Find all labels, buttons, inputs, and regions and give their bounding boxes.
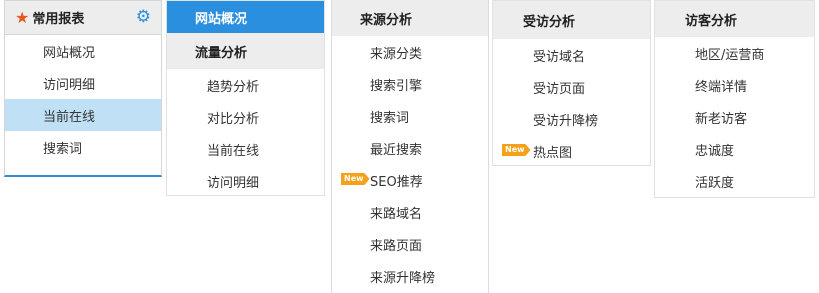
traffic-analysis-header: 流量分析 — [167, 33, 324, 69]
menu-item-online-now[interactable]: 当前在线 — [5, 99, 161, 131]
menu-item-visit-details[interactable]: 访问明细 — [167, 165, 324, 197]
common-reports-list: 网站概况 访问明细 当前在线 搜索词 — [5, 35, 161, 163]
new-badge: New — [502, 144, 531, 156]
traffic-list: 趋势分析 对比分析 当前在线 访问明细 — [167, 69, 324, 197]
source-analysis-header: 来源分析 — [332, 0, 488, 36]
menu-item-compare-analysis[interactable]: 对比分析 — [167, 101, 324, 133]
menu-item-site-overview[interactable]: 网站概况 — [5, 35, 161, 67]
menu-item-label: 热点图 — [533, 145, 573, 161]
source-list: 来源分类 搜索引擎 搜索词 最近搜索 New SEO推荐 来路域名 来路页面 来… — [332, 36, 488, 292]
common-reports-panel: ★ 常用报表 ⚙ 网站概况 访问明细 当前在线 搜索词 — [4, 0, 162, 177]
new-badge: New — [341, 173, 370, 185]
menu-item-new-returning[interactable]: 新老访客 — [655, 101, 814, 133]
menu-item-loyalty[interactable]: 忠诚度 — [655, 133, 814, 165]
menu-item-online-now[interactable]: 当前在线 — [167, 133, 324, 165]
visited-analysis-header: 受访分析 — [493, 1, 650, 39]
common-reports-header: ★ 常用报表 ⚙ — [5, 1, 161, 35]
common-reports-title: 常用报表 — [32, 12, 85, 27]
menu-item-referrer-domain[interactable]: 来路域名 — [332, 196, 488, 228]
visited-list: 受访域名 受访页面 受访升降榜 New 热点图 — [493, 39, 650, 167]
visitor-list: 地区/运营商 终端详情 新老访客 忠诚度 活跃度 — [655, 37, 814, 197]
gear-icon[interactable]: ⚙ — [136, 9, 151, 26]
menu-item-visited-page[interactable]: 受访页面 — [493, 71, 650, 103]
menu-item-label: SEO推荐 — [370, 174, 423, 190]
menu-item-heatmap[interactable]: New 热点图 — [493, 135, 650, 167]
menu-item-visit-details[interactable]: 访问明细 — [5, 67, 161, 99]
menu-item-source-category[interactable]: 来源分类 — [332, 36, 488, 68]
menu-item-search-engine[interactable]: 搜索引擎 — [332, 68, 488, 100]
menu-item-source-ranking[interactable]: 来源升降榜 — [332, 260, 488, 292]
menu-item-trend-analysis[interactable]: 趋势分析 — [167, 69, 324, 101]
menu-item-referrer-page[interactable]: 来路页面 — [332, 228, 488, 260]
traffic-panel: 网站概况 流量分析 趋势分析 对比分析 当前在线 访问明细 — [166, 0, 325, 196]
menu-item-recent-search[interactable]: 最近搜索 — [332, 132, 488, 164]
menu-item-device-details[interactable]: 终端详情 — [655, 69, 814, 101]
star-icon: ★ — [15, 8, 30, 27]
tab-site-overview[interactable]: 网站概况 — [167, 1, 324, 33]
menu-item-visited-domain[interactable]: 受访域名 — [493, 39, 650, 71]
source-panel: 来源分析 来源分类 搜索引擎 搜索词 最近搜索 New SEO推荐 来路域名 来… — [331, 0, 489, 293]
menu-item-visited-ranking[interactable]: 受访升降榜 — [493, 103, 650, 135]
menu-item-search-terms[interactable]: 搜索词 — [5, 131, 161, 163]
menu-item-seo-recommend[interactable]: New SEO推荐 — [332, 164, 488, 196]
menu-item-activity[interactable]: 活跃度 — [655, 165, 814, 197]
menu-item-region-carrier[interactable]: 地区/运营商 — [655, 37, 814, 69]
visited-panel: 受访分析 受访域名 受访页面 受访升降榜 New 热点图 — [492, 0, 651, 166]
visitor-analysis-header: 访客分析 — [655, 1, 814, 37]
visitor-panel: 访客分析 地区/运营商 终端详情 新老访客 忠诚度 活跃度 — [654, 0, 815, 198]
menu-item-search-terms[interactable]: 搜索词 — [332, 100, 488, 132]
